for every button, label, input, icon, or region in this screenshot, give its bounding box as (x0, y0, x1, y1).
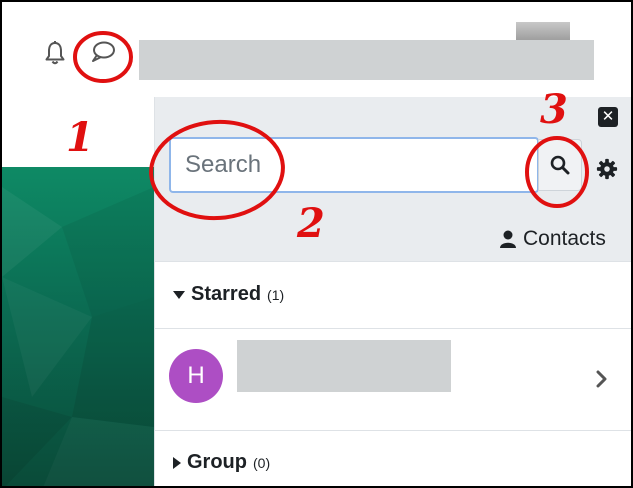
message-drawer: ✕ Search Contacts Starred (1) H Group (0… (154, 97, 631, 486)
close-icon: ✕ (601, 108, 615, 125)
starred-conversation-item[interactable]: H (155, 329, 631, 431)
search-button[interactable] (538, 139, 582, 191)
contacts-label: Contacts (523, 227, 606, 250)
search-icon (550, 155, 570, 175)
group-section-toggle[interactable]: Group (0) (155, 431, 631, 486)
top-navbar (2, 2, 631, 97)
annotation-number-1: 1 (66, 114, 94, 161)
starred-label: Starred (191, 283, 262, 305)
close-drawer-button[interactable]: ✕ (598, 107, 618, 127)
group-label: Group (187, 451, 247, 473)
group-count: (0) (253, 454, 271, 471)
search-input[interactable] (169, 137, 539, 193)
contacts-link[interactable]: Contacts (500, 226, 606, 252)
speech-bubble-icon[interactable] (90, 40, 116, 64)
bell-icon[interactable] (44, 40, 66, 66)
user-icon (500, 230, 516, 248)
redacted-conversation-name (237, 340, 451, 392)
redacted-user-name (139, 40, 594, 80)
chevron-right-icon (596, 370, 607, 388)
gear-icon[interactable] (596, 158, 618, 180)
starred-count: (1) (267, 286, 285, 303)
conversation-avatar: H (169, 349, 223, 403)
caret-down-icon (173, 290, 185, 299)
screenshot-frame: ✕ Search Contacts Starred (1) H Group (0… (0, 0, 633, 488)
caret-right-icon (173, 456, 181, 469)
user-avatar-photo[interactable] (516, 22, 570, 42)
annotation-number-2: 2 (297, 200, 325, 247)
starred-section-toggle[interactable]: Starred (1) (155, 262, 631, 329)
course-banner-image (2, 167, 154, 486)
annotation-number-3: 3 (540, 86, 568, 133)
